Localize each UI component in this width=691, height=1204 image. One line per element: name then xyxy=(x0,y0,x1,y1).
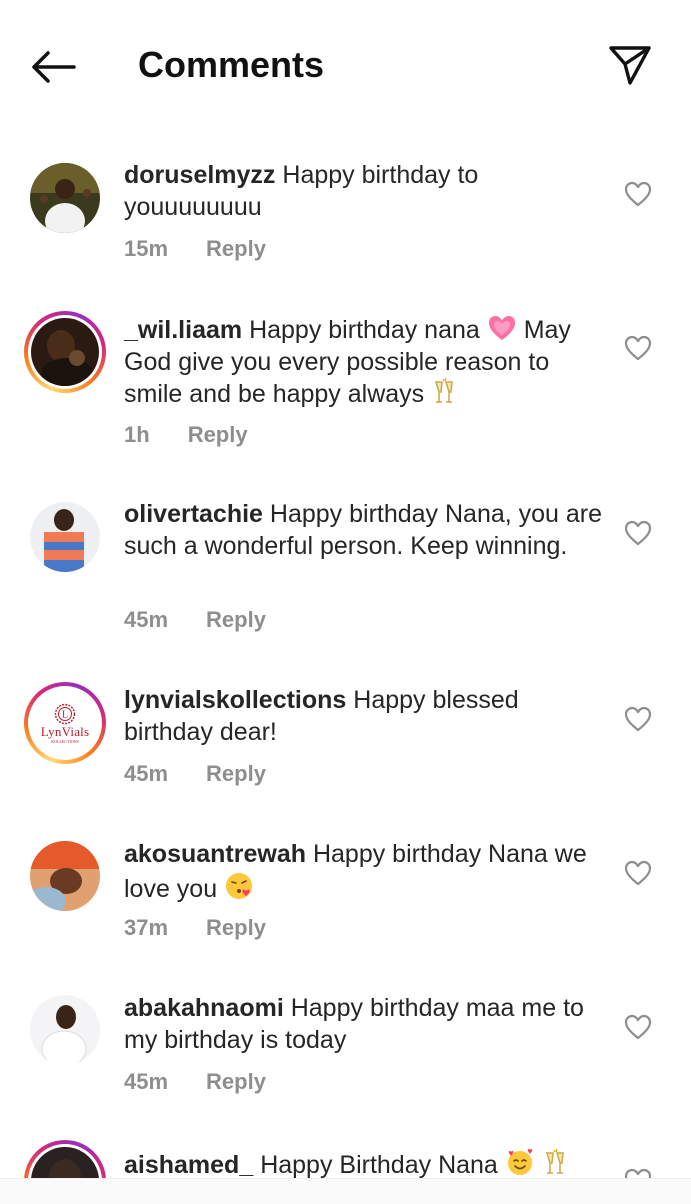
emoji-reaction-bar xyxy=(0,1178,691,1204)
comment-item: aishamed_ Happy Birthday Nana xyxy=(0,0,691,1178)
clinking-glasses-emoji-icon xyxy=(545,1149,564,1174)
comment-text: aishamed_ Happy Birthday Nana xyxy=(124,1147,604,1178)
heart-outline-icon[interactable] xyxy=(624,1168,652,1178)
avatar[interactable] xyxy=(24,1140,106,1178)
comment-body: Happy Birthday Nana xyxy=(253,1151,505,1178)
smiling-face-with-hearts-emoji-icon xyxy=(507,1148,533,1175)
avatar-photo xyxy=(31,1147,99,1178)
comment-username[interactable]: aishamed_ xyxy=(124,1151,253,1178)
